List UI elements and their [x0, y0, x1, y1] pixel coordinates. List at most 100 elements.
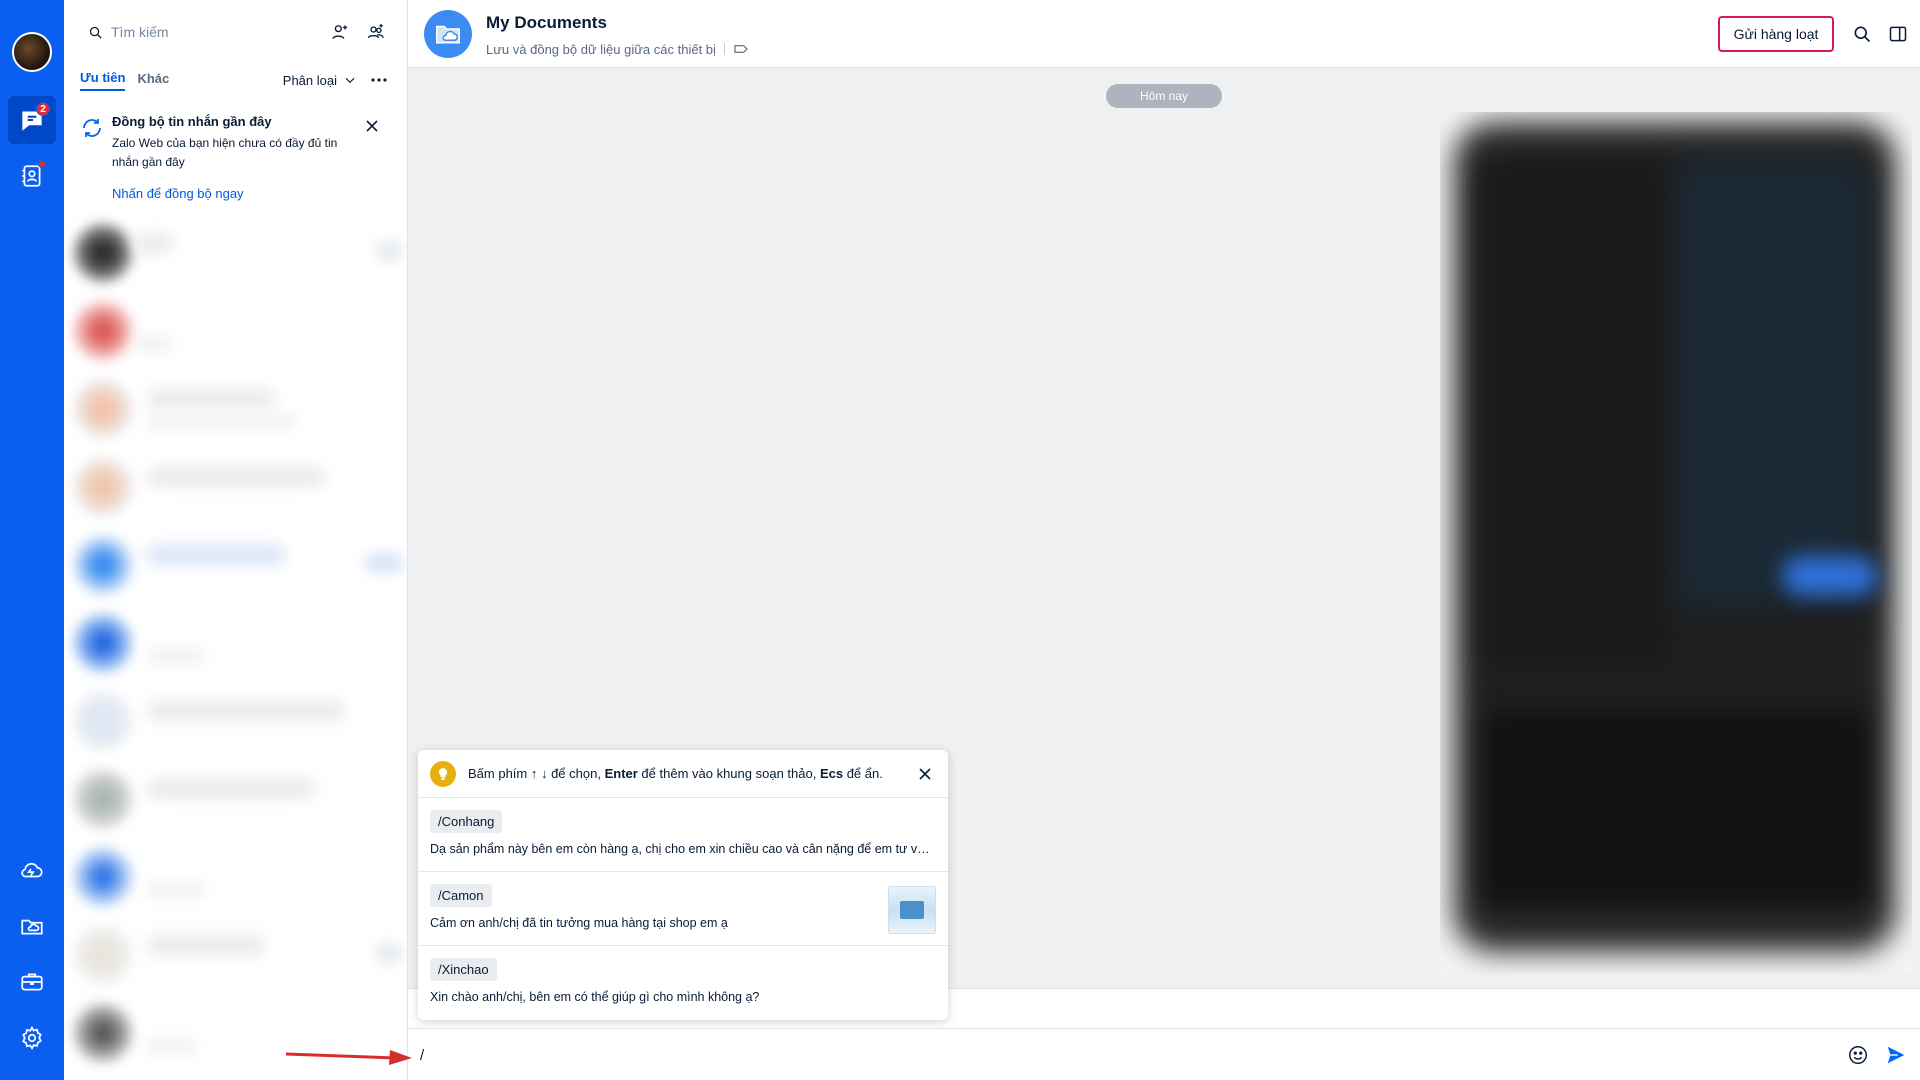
- conversation-tabs: Ưu tiên Khác Phân loại: [80, 68, 391, 92]
- quick-reply-thumbnail: [888, 886, 936, 934]
- tab-other[interactable]: Khác: [137, 71, 169, 90]
- quick-reply-shortcut: /Camon: [430, 884, 492, 907]
- avatar: [74, 302, 132, 360]
- search-box[interactable]: [80, 16, 308, 48]
- redacted-preview: [134, 336, 174, 352]
- avatar: [74, 458, 132, 516]
- more-icon: [371, 78, 387, 82]
- lightbulb-icon: [430, 760, 456, 787]
- search-conversation-button[interactable]: [1848, 20, 1876, 48]
- redacted-preview: [146, 882, 206, 898]
- emoji-button[interactable]: [1844, 1041, 1872, 1069]
- nav-messages-button[interactable]: 2: [8, 96, 56, 144]
- list-item[interactable]: [64, 606, 407, 684]
- hint-suffix: để ẩn.: [843, 766, 883, 781]
- sync-icon: [83, 119, 101, 137]
- nav-settings-button[interactable]: [8, 1014, 56, 1062]
- nav-toolbox-button[interactable]: [8, 958, 56, 1006]
- nav-my-documents-button[interactable]: [8, 902, 56, 950]
- create-group-icon: [367, 24, 384, 39]
- quick-reply-text: Cảm ơn anh/chị đã tin tưởng mua hàng tại…: [430, 916, 728, 930]
- redacted-name: [146, 544, 286, 566]
- avatar: [74, 224, 132, 282]
- quick-reply-popup: Bấm phím ↑ ↓ để chọn, Enter để thêm vào …: [418, 750, 948, 1020]
- toggle-info-panel-button[interactable]: [1884, 20, 1912, 48]
- avatar: [74, 770, 132, 828]
- user-avatar[interactable]: [12, 32, 52, 72]
- hint-esc-key: Ecs: [819, 766, 844, 781]
- avatar: [74, 380, 132, 438]
- list-item[interactable]: [64, 762, 407, 840]
- redacted-block: [1486, 712, 1866, 902]
- conversation-list: [64, 216, 407, 1074]
- search-input[interactable]: [111, 24, 291, 40]
- image-message[interactable]: [1440, 112, 1912, 974]
- redacted-name: [146, 388, 276, 410]
- list-item[interactable]: [64, 528, 407, 606]
- redacted-time: [374, 942, 404, 964]
- redacted-name: [146, 700, 346, 722]
- avatar: [74, 848, 132, 906]
- list-item[interactable]: [64, 450, 407, 528]
- redacted-name: [146, 778, 316, 800]
- sync-title: Đồng bộ tin nhắn gần đây: [112, 114, 272, 129]
- avatar: [74, 692, 132, 750]
- redacted-name: [146, 934, 266, 956]
- quick-reply-item[interactable]: /Conhang Dạ sản phẩm này bên em còn hàng…: [418, 798, 948, 872]
- search-row: [64, 0, 407, 64]
- tab-priority[interactable]: Ưu tiên: [80, 70, 126, 91]
- subtitle-text: Lưu và đồng bộ dữ liệu giữa các thiết bị: [486, 41, 716, 57]
- redacted-name: [146, 466, 326, 488]
- search-icon: [89, 26, 102, 39]
- quick-reply-close-button[interactable]: [914, 763, 936, 785]
- sync-close-button[interactable]: [362, 116, 382, 136]
- chevron-down-icon: [345, 77, 355, 84]
- nav-contacts-button[interactable]: [8, 152, 56, 200]
- list-item[interactable]: [64, 684, 407, 762]
- quick-reply-shortcut: /Xinchao: [430, 958, 497, 981]
- list-item[interactable]: [64, 918, 407, 996]
- list-item[interactable]: [64, 372, 407, 450]
- list-item[interactable]: [64, 840, 407, 918]
- nav-cloud-button[interactable]: [8, 846, 56, 894]
- quick-reply-item[interactable]: /Camon Cảm ơn anh/chị đã tin tưởng mua h…: [418, 872, 948, 946]
- quick-reply-item[interactable]: /Xinchao Xin chào anh/chị, bên em có thể…: [418, 946, 948, 1020]
- my-documents-avatar[interactable]: [424, 10, 472, 58]
- chat-area: My Documents Lưu và đồng bộ dữ liệu giữa…: [408, 0, 1920, 1080]
- list-item[interactable]: [64, 216, 407, 294]
- redacted-preview: [146, 648, 206, 664]
- bulk-send-button[interactable]: Gửi hàng loạt: [1718, 16, 1834, 52]
- sync-description: Zalo Web của bạn hiện chưa có đầy đủ tin…: [112, 136, 338, 169]
- send-button[interactable]: [1882, 1041, 1910, 1069]
- redacted-time: [364, 552, 404, 574]
- quick-reply-hint: Bấm phím ↑ ↓ để chọn, Enter để thêm vào …: [418, 750, 948, 798]
- avatar: [74, 926, 132, 984]
- add-friend-button[interactable]: [324, 16, 356, 48]
- conversation-title: My Documents: [486, 13, 607, 32]
- avatar: [74, 1004, 132, 1062]
- avatar: [74, 536, 132, 594]
- conversation-subtitle: Lưu và đồng bộ dữ liệu giữa các thiết bị: [486, 41, 749, 57]
- cloud-icon: [21, 862, 43, 878]
- filter-label: Phân loại: [282, 72, 337, 88]
- sync-now-link[interactable]: Nhấn để đồng bộ ngay: [112, 186, 244, 201]
- tag-icon[interactable]: [733, 41, 749, 57]
- redacted-block: [1486, 164, 1666, 664]
- quick-reply-shortcut: /Conhang: [430, 810, 503, 833]
- settings-icon: [22, 1026, 42, 1051]
- create-group-button[interactable]: [360, 16, 392, 48]
- send-icon: [1887, 1046, 1905, 1064]
- message-input[interactable]: [420, 1041, 1780, 1069]
- sync-notice: Đồng bộ tin nhắn gần đây Zalo Web của bạ…: [80, 110, 390, 210]
- sidebar-toggle-icon: [1889, 26, 1907, 42]
- filter-dropdown[interactable]: Phân loại: [283, 73, 357, 88]
- nav-rail: 2: [0, 0, 64, 1080]
- more-options-button[interactable]: [367, 68, 391, 92]
- avatar: [74, 614, 132, 672]
- redacted-preview: [146, 1038, 196, 1054]
- quick-reply-text: Dạ sản phẩm này bên em còn hàng ạ, chị c…: [430, 842, 935, 856]
- notification-dot: [38, 160, 46, 168]
- add-friend-icon: [332, 25, 348, 39]
- list-item[interactable]: [64, 294, 407, 372]
- emoji-icon: [1849, 1046, 1867, 1064]
